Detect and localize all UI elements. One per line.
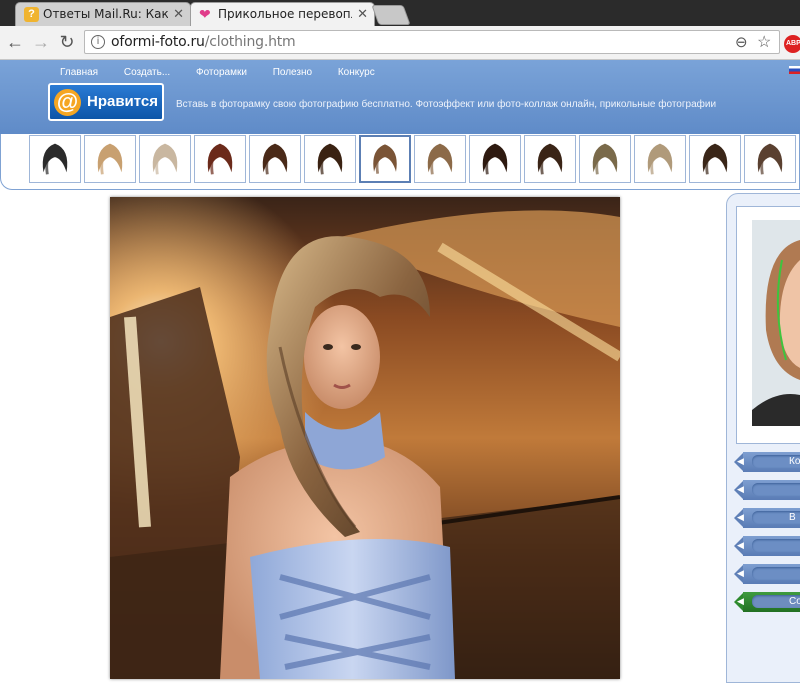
hairstyle-icon <box>317 143 343 175</box>
chevron-left-icon: ◀ <box>737 512 744 522</box>
hairstyle-thumbnail[interactable] <box>194 135 246 183</box>
hairstyle-icon <box>42 143 68 175</box>
hairstyle-icon <box>207 143 233 175</box>
menu-item-useful[interactable]: Полезно <box>273 67 312 78</box>
hairstyle-icon <box>427 143 453 175</box>
hairstyle-icon <box>702 143 728 175</box>
url-domain: oformi-foto.ru <box>111 34 205 50</box>
question-favicon-icon: ? <box>24 7 39 22</box>
user-photo-preview[interactable] <box>752 220 800 426</box>
browser-toolbar: ← → ↻ i oformi-foto.ru/clothing.htm ⊖ ☆ … <box>0 26 800 60</box>
menu-item-contest[interactable]: Конкурс <box>338 67 375 78</box>
russian-flag-icon[interactable] <box>789 66 800 74</box>
zoom-icon[interactable]: ⊖ <box>735 33 748 51</box>
browser-tab-oformi[interactable]: ❤ Прикольное перевопло ✕ <box>190 2 375 26</box>
adblock-icon[interactable]: ABP <box>784 35 800 53</box>
hairstyle-thumbnail[interactable] <box>524 135 576 183</box>
bookmark-star-icon[interactable]: ☆ <box>757 32 771 52</box>
menu-item-home[interactable]: Главная <box>60 67 98 78</box>
hairstyle-icon <box>373 144 397 174</box>
chevron-left-icon: ◀ <box>737 456 744 466</box>
hairstyle-thumbnail[interactable] <box>304 135 356 183</box>
chevron-left-icon: ◀ <box>737 568 744 578</box>
hairstyle-icon <box>262 143 288 175</box>
browser-tab-bar: ? Ответы Mail.Ru: Какие б ✕ ❤ Прикольное… <box>0 0 800 26</box>
hairstyle-icon <box>537 143 563 175</box>
forward-arrow-icon[interactable]: → <box>30 31 52 53</box>
button-inner <box>752 567 800 580</box>
hairstyle-thumbnail[interactable] <box>689 135 741 183</box>
url-path: /clothing.htm <box>204 34 296 50</box>
hairstyle-thumbnail[interactable] <box>84 135 136 183</box>
hairstyle-thumbnail[interactable] <box>579 135 631 183</box>
tab-title: Прикольное перевопло <box>218 7 352 21</box>
chevron-left-icon: ◀ <box>737 540 744 550</box>
side-button[interactable]: ◀ <box>734 536 800 556</box>
menu-item-photoframes[interactable]: Фоторамки <box>196 67 247 78</box>
preview-canvas <box>752 220 800 426</box>
heart-favicon-icon: ❤ <box>199 6 211 22</box>
like-button-label: Нравится <box>87 93 159 110</box>
browser-tab-mail-answers[interactable]: ? Ответы Mail.Ru: Какие б ✕ <box>15 2 191 26</box>
hairstyle-thumbnail[interactable] <box>469 135 521 183</box>
side-button[interactable]: ◀ <box>734 480 800 500</box>
chevron-left-icon: ◀ <box>737 484 744 494</box>
side-button-label: Сох <box>789 596 800 607</box>
side-button[interactable]: ◀ Сох <box>734 592 800 612</box>
hairstyle-thumbnail[interactable] <box>414 135 466 183</box>
side-button[interactable]: ◀ <box>734 564 800 584</box>
hairstyle-thumbnail[interactable] <box>744 135 796 183</box>
hairstyle-thumbnail[interactable] <box>359 135 411 183</box>
hairstyle-thumbnail[interactable] <box>634 135 686 183</box>
like-button[interactable]: @ Нравится <box>48 83 164 121</box>
side-button[interactable]: ◀ Ко <box>734 452 800 472</box>
photo-canvas <box>110 197 620 679</box>
chevron-left-icon: ◀ <box>737 596 744 606</box>
new-tab-button[interactable] <box>371 5 411 25</box>
back-arrow-icon[interactable]: ← <box>4 31 26 53</box>
hairstyle-icon <box>97 143 123 175</box>
site-tagline: Вставь в фоторамку свою фотографию беспл… <box>176 99 717 110</box>
close-tab-icon[interactable]: ✕ <box>357 6 368 22</box>
hairstyle-icon <box>757 143 783 175</box>
address-bar[interactable]: i oformi-foto.ru/clothing.htm ⊖ ☆ <box>84 30 780 54</box>
main-photo[interactable] <box>110 197 620 679</box>
info-icon[interactable]: i <box>91 35 105 49</box>
hairstyle-icon <box>482 143 508 175</box>
tab-title: Ответы Mail.Ru: Какие б <box>43 7 168 21</box>
top-menu: Главная Создать... Фоторамки Полезно Кон… <box>60 67 398 78</box>
close-tab-icon[interactable]: ✕ <box>173 6 184 22</box>
reload-icon[interactable]: ↻ <box>56 31 78 53</box>
hairstyle-thumbnail[interactable] <box>249 135 301 183</box>
menu-item-create[interactable]: Создать... <box>124 67 170 78</box>
side-button[interactable]: ◀ В <box>734 508 800 528</box>
hairstyle-icon <box>592 143 618 175</box>
mail-at-icon: @ <box>54 89 81 116</box>
hairstyle-icon <box>152 143 178 175</box>
hairstyle-icon <box>647 143 673 175</box>
side-button-label: В <box>789 512 796 523</box>
button-inner <box>752 539 800 552</box>
button-inner <box>752 483 800 496</box>
url-text: oformi-foto.ru/clothing.htm <box>111 34 296 50</box>
hairstyle-thumbnail[interactable] <box>139 135 191 183</box>
side-button-label: Ко <box>789 456 800 467</box>
hairstyle-thumbnail[interactable] <box>29 135 81 183</box>
